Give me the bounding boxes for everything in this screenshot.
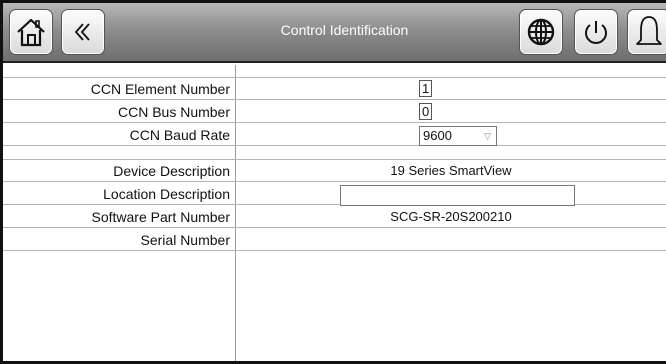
row-serial-number: Serial Number [3, 229, 666, 251]
ccn-baud-rate-select[interactable]: 9600 ▽ [419, 126, 497, 146]
software-part-number-label: Software Part Number [91, 209, 231, 225]
dropdown-arrow-icon: ▽ [484, 131, 491, 141]
form-area: CCN Element Number 1 CCN Bus Number 0 CC… [3, 65, 666, 361]
ccn-bus-number-label: CCN Bus Number [117, 104, 230, 120]
bell-icon [636, 16, 662, 45]
spacer-row [3, 65, 666, 78]
serial-number-label: Serial Number [140, 232, 230, 248]
spacer-row [3, 147, 666, 160]
screen-frame: Control Identification CCN Element Numbe… [0, 0, 666, 364]
software-part-number-value: SCG-SR-20S200210 [390, 209, 512, 224]
power-button[interactable] [574, 9, 618, 55]
row-device-description: Device Description 19 Series SmartView [3, 160, 666, 182]
ccn-baud-rate-value: 9600 [423, 128, 452, 143]
title-bar: Control Identification [3, 3, 666, 63]
ccn-baud-rate-label: CCN Baud Rate [129, 127, 230, 143]
globe-icon [527, 18, 555, 46]
page-title: Control Identification [280, 22, 409, 38]
ccn-bus-number-field[interactable]: 0 [419, 103, 432, 120]
row-ccn-baud-rate: CCN Baud Rate 9600 ▽ [3, 124, 666, 146]
location-description-input[interactable] [340, 185, 575, 206]
device-description-label: Device Description [113, 163, 230, 179]
ccn-element-number-field[interactable]: 1 [419, 80, 432, 97]
device-description-value: 19 Series SmartView [390, 163, 512, 178]
location-description-label: Location Description [103, 186, 230, 202]
ccn-element-number-label: CCN Element Number [90, 81, 230, 97]
power-icon [585, 21, 607, 44]
alarm-button[interactable] [627, 9, 666, 55]
row-software-part-number: Software Part Number SCG-SR-20S200210 [3, 206, 666, 228]
row-ccn-bus-number: CCN Bus Number 0 [3, 101, 666, 123]
row-ccn-element-number: CCN Element Number 1 [3, 78, 666, 100]
language-button[interactable] [519, 9, 563, 55]
row-location-description: Location Description [3, 183, 666, 206]
